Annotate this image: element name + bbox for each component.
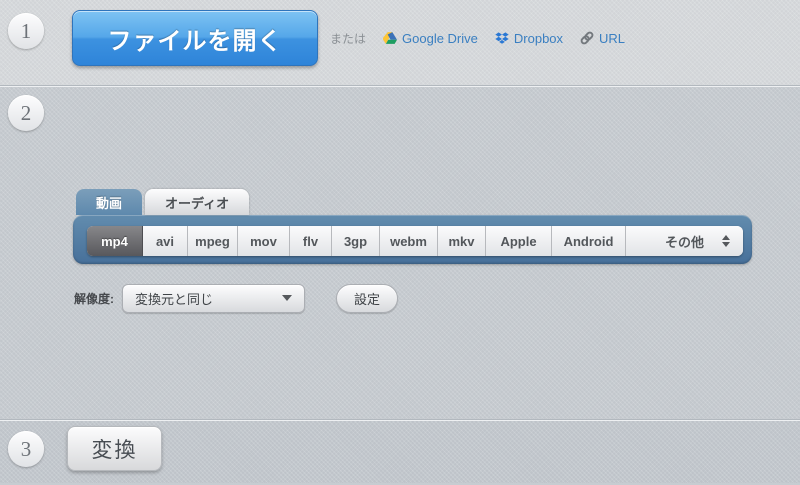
format-option-label: Android: [563, 233, 614, 249]
tab-audio-label: オーディオ: [165, 195, 230, 211]
format-option-label: webm: [390, 233, 427, 249]
format-option-label: mpeg: [195, 233, 230, 249]
url-link-label: URL: [599, 30, 626, 46]
format-segmented-control: mp4 avi mpeg mov flv 3gp webm mkv Apple …: [87, 226, 743, 256]
format-option-label: mp4: [101, 233, 128, 249]
step-number-3-label: 3: [20, 436, 32, 461]
link-icon: [580, 31, 594, 45]
format-option-label: mkv: [448, 233, 475, 249]
chevron-down-icon: [282, 295, 292, 301]
google-drive-icon: [383, 32, 398, 44]
settings-button[interactable]: 設定: [336, 283, 398, 313]
resolution-row: 解像度: 変換元と同じ 設定: [74, 283, 398, 313]
url-link[interactable]: URL: [580, 31, 625, 46]
dropbox-link[interactable]: Dropbox: [495, 31, 563, 46]
or-text: または: [330, 31, 367, 46]
step-number-2: 2: [8, 95, 44, 131]
format-option-mkv[interactable]: mkv: [438, 226, 486, 256]
google-drive-link[interactable]: Google Drive: [383, 31, 478, 46]
step-number-1-label: 1: [20, 18, 32, 43]
format-option-other[interactable]: その他: [626, 226, 743, 256]
format-option-webm[interactable]: webm: [380, 226, 438, 256]
format-option-label: Apple: [500, 233, 537, 249]
step-number-1: 1: [8, 13, 44, 49]
format-option-flv[interactable]: flv: [290, 226, 332, 256]
format-option-android[interactable]: Android: [552, 226, 626, 256]
spinner-up-arrow-icon: [722, 235, 730, 240]
google-drive-link-label: Google Drive: [402, 30, 478, 46]
tab-audio[interactable]: オーディオ: [145, 189, 250, 215]
section-format-options: 2 動画 オーディオ mp4 avi mpeg mov flv 3gp webm…: [0, 85, 800, 419]
resolution-dropdown[interactable]: 変換元と同じ: [122, 283, 305, 313]
format-option-label: mov: [250, 233, 277, 249]
resolution-label: 解像度:: [74, 291, 114, 306]
step-number-2-label: 2: [20, 100, 32, 125]
format-option-3gp[interactable]: 3gp: [332, 226, 380, 256]
convert-button-label: 変換: [91, 438, 138, 462]
section-convert: 3 変換: [0, 419, 800, 483]
spinner-down-arrow-icon: [722, 242, 730, 247]
format-option-label: avi: [155, 233, 175, 249]
format-option-label: 3gp: [343, 233, 368, 249]
step-number-3: 3: [8, 431, 44, 467]
format-option-mp4[interactable]: mp4: [87, 226, 143, 256]
open-file-button[interactable]: ファイルを開く: [72, 10, 318, 66]
open-file-button-label: ファイルを開く: [107, 27, 283, 55]
tab-video[interactable]: 動画: [76, 189, 143, 215]
settings-button-label: 設定: [353, 291, 380, 307]
format-option-label: flv: [302, 233, 319, 249]
convert-button[interactable]: 変換: [67, 426, 162, 471]
dropbox-link-label: Dropbox: [513, 30, 564, 46]
media-type-tabs: 動画 オーディオ: [76, 189, 250, 215]
resolution-dropdown-value: 変換元と同じ: [135, 291, 214, 307]
format-bar: mp4 avi mpeg mov flv 3gp webm mkv Apple …: [73, 215, 752, 264]
format-option-mov[interactable]: mov: [238, 226, 290, 256]
alternative-sources-row: または Google Drive Dropbox URL: [330, 0, 625, 76]
tab-video-label: 動画: [96, 195, 123, 211]
format-option-mpeg[interactable]: mpeg: [188, 226, 238, 256]
spinner-icon[interactable]: [722, 235, 730, 247]
dropbox-icon: [495, 31, 509, 45]
section-open-file: 1 ファイルを開く または Google Drive Dropbox URL: [0, 0, 800, 85]
format-option-apple[interactable]: Apple: [486, 226, 552, 256]
format-option-label: その他: [664, 234, 704, 250]
format-option-avi[interactable]: avi: [143, 226, 188, 256]
